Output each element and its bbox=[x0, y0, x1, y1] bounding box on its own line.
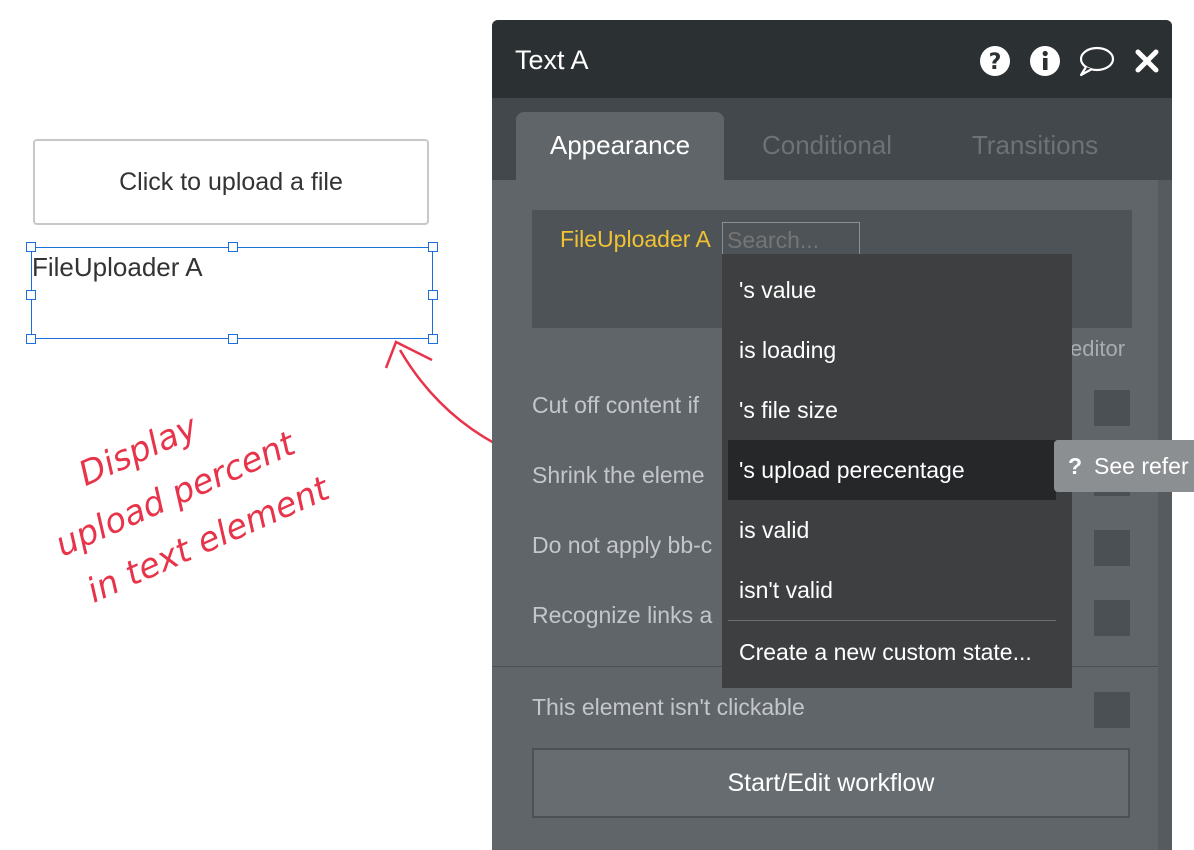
dropdown-item-label: is loading bbox=[739, 337, 837, 363]
panel-header: Text A ? bbox=[492, 20, 1172, 98]
dropdown-item-is-valid[interactable]: is valid bbox=[722, 500, 1072, 560]
dropdown-item-file-size[interactable]: 's file size bbox=[722, 380, 1072, 440]
expression-source[interactable]: FileUploader A bbox=[560, 226, 711, 253]
svg-text:?: ? bbox=[989, 50, 1002, 75]
shrink-element-label: Shrink the eleme bbox=[532, 462, 705, 488]
dropdown-item-label: 's upload perecentage bbox=[739, 457, 965, 483]
workflow-button-label: Start/Edit workflow bbox=[727, 768, 935, 797]
see-reference-tooltip[interactable]: ? See refer bbox=[1054, 440, 1194, 492]
cut-off-content-label: Cut off content if bbox=[532, 392, 700, 418]
recognize-links-checkbox[interactable] bbox=[1094, 600, 1130, 636]
dropdown-item-value[interactable]: 's value bbox=[722, 260, 1072, 320]
recognize-links-label: Recognize links a bbox=[532, 602, 713, 628]
dropdown-separator bbox=[728, 620, 1056, 621]
dropdown-item-upload-percentage[interactable]: 's upload perecentage bbox=[728, 440, 1056, 500]
dropdown-item-create-custom-state[interactable]: Create a new custom state... bbox=[722, 622, 1072, 682]
not-clickable-checkbox[interactable] bbox=[1094, 692, 1130, 728]
dropdown-item-label: isn't valid bbox=[739, 577, 833, 603]
editor-link[interactable]: editor bbox=[1070, 336, 1125, 362]
tab-appearance[interactable]: Appearance bbox=[516, 112, 724, 180]
expression-search-input[interactable] bbox=[722, 222, 860, 256]
panel-title: Text A bbox=[515, 45, 589, 75]
question-mark-icon: ? bbox=[1068, 453, 1083, 479]
not-clickable-label: This element isn't clickable bbox=[532, 694, 805, 720]
help-icon[interactable]: ? bbox=[978, 44, 1012, 78]
start-edit-workflow-button[interactable]: Start/Edit workflow bbox=[532, 748, 1130, 818]
dropdown-item-isnt-valid[interactable]: isn't valid bbox=[722, 560, 1072, 620]
tab-transitions[interactable]: Transitions bbox=[930, 112, 1140, 180]
bbcode-checkbox[interactable] bbox=[1094, 530, 1130, 566]
tab-conditional[interactable]: Conditional bbox=[724, 112, 930, 180]
expression-operator-dropdown: 's value is loading 's file size 's uplo… bbox=[722, 254, 1072, 688]
dropdown-item-label: 's value bbox=[739, 277, 817, 303]
bbcode-label: Do not apply bb-c bbox=[532, 532, 713, 558]
tab-transitions-label: Transitions bbox=[971, 130, 1099, 160]
tooltip-label: See refer bbox=[1094, 453, 1189, 479]
dropdown-item-label: 's file size bbox=[739, 397, 838, 423]
dropdown-item-is-loading[interactable]: is loading bbox=[722, 320, 1072, 380]
dropdown-item-label: Create a new custom state... bbox=[739, 639, 1032, 665]
info-icon[interactable] bbox=[1028, 44, 1062, 78]
tabs-bar: Appearance Conditional Transitions bbox=[492, 98, 1172, 180]
panel-scrollbar[interactable] bbox=[1158, 180, 1172, 850]
cut-off-content-checkbox[interactable] bbox=[1094, 390, 1130, 426]
comment-icon[interactable] bbox=[1076, 44, 1116, 78]
tab-appearance-label: Appearance bbox=[549, 130, 691, 160]
close-icon[interactable] bbox=[1130, 44, 1164, 78]
dropdown-item-label: is valid bbox=[739, 517, 810, 543]
tab-conditional-label: Conditional bbox=[761, 130, 893, 160]
